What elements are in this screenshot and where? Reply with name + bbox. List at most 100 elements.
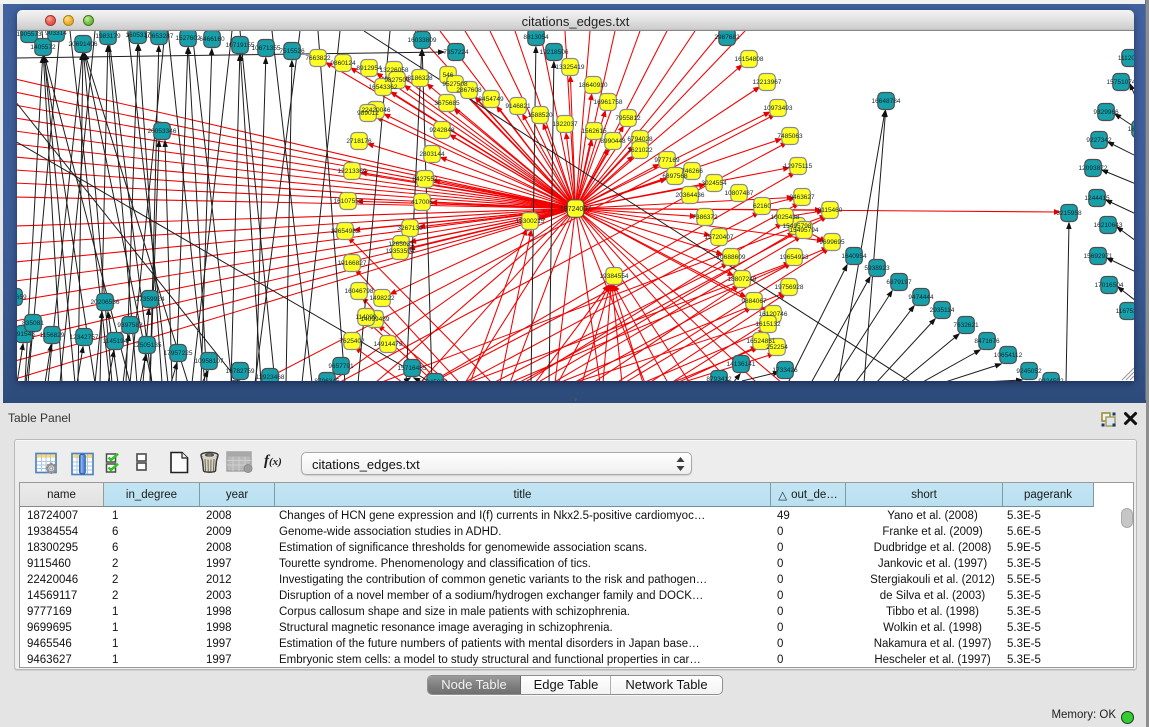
svg-text:2803144: 2803144 bbox=[419, 151, 445, 158]
svg-text:1905573: 1905573 bbox=[17, 31, 42, 38]
svg-text:1811441: 1811441 bbox=[1128, 126, 1134, 133]
svg-text:8427552: 8427552 bbox=[412, 176, 438, 183]
svg-text:19166827: 19166827 bbox=[338, 260, 367, 267]
svg-text:15692971: 15692971 bbox=[1084, 253, 1113, 260]
svg-text:10807487: 10807487 bbox=[725, 190, 754, 197]
svg-text:3267130: 3267130 bbox=[397, 225, 423, 232]
svg-text:16210643: 16210643 bbox=[1094, 222, 1123, 229]
svg-text:9860124: 9860124 bbox=[330, 60, 356, 67]
svg-text:12975115: 12975115 bbox=[784, 163, 813, 170]
svg-text:1640954: 1640954 bbox=[841, 253, 867, 260]
svg-text:17359924: 17359924 bbox=[136, 296, 165, 303]
svg-text:14914479: 14914479 bbox=[374, 341, 403, 348]
svg-text:1588520: 1588520 bbox=[527, 112, 553, 119]
svg-text:20691406: 20691406 bbox=[69, 41, 98, 48]
svg-text:12213967: 12213967 bbox=[753, 79, 782, 86]
svg-text:9329966: 9329966 bbox=[1093, 109, 1119, 116]
svg-text:1244415: 1244415 bbox=[1084, 195, 1110, 202]
svg-text:5938923: 5938923 bbox=[864, 265, 890, 272]
svg-text:1615132: 1615132 bbox=[755, 321, 781, 328]
svg-text:62160: 62160 bbox=[753, 203, 771, 210]
svg-text:9115460: 9115460 bbox=[818, 207, 843, 214]
svg-text:14136141: 14136141 bbox=[727, 361, 756, 368]
svg-text:417006: 417006 bbox=[411, 199, 433, 206]
svg-text:16033809: 16033809 bbox=[408, 37, 437, 44]
svg-text:19353594: 19353594 bbox=[386, 248, 415, 255]
svg-text:1167533: 1167533 bbox=[1116, 308, 1134, 315]
svg-text:9242848: 9242848 bbox=[429, 127, 455, 134]
svg-text:10719155: 10719155 bbox=[226, 42, 255, 49]
svg-text:9245033: 9245033 bbox=[422, 379, 448, 381]
svg-text:6879197: 6879197 bbox=[886, 279, 912, 286]
svg-text:6897568: 6897568 bbox=[662, 173, 688, 180]
svg-text:16524851: 16524851 bbox=[747, 338, 776, 345]
svg-text:16107552: 16107552 bbox=[334, 198, 363, 205]
svg-text:1112063: 1112063 bbox=[1118, 55, 1134, 62]
svg-text:903314: 903314 bbox=[45, 31, 67, 37]
svg-text:9146821: 9146821 bbox=[505, 103, 531, 110]
svg-text:16154808: 16154808 bbox=[735, 56, 764, 63]
svg-text:6794028: 6794028 bbox=[627, 136, 653, 143]
svg-text:19654923: 19654923 bbox=[780, 254, 809, 261]
svg-text:10025438: 10025438 bbox=[771, 214, 800, 221]
svg-text:7663822: 7663822 bbox=[305, 55, 331, 62]
svg-text:9777169: 9777169 bbox=[654, 157, 680, 164]
svg-text:10973493: 10973493 bbox=[764, 105, 793, 112]
svg-text:10654112: 10654112 bbox=[994, 352, 1023, 359]
svg-text:7955812: 7955812 bbox=[615, 115, 641, 122]
svg-text:18640910: 18640910 bbox=[579, 82, 608, 89]
svg-text:546: 546 bbox=[443, 72, 454, 79]
svg-text:12923468: 12923468 bbox=[256, 374, 285, 381]
svg-text:20053346: 20053346 bbox=[148, 128, 177, 135]
svg-text:7625402: 7625402 bbox=[339, 338, 365, 345]
svg-text:10958107: 10958107 bbox=[195, 358, 224, 365]
svg-text:12342757: 12342757 bbox=[70, 334, 99, 341]
svg-text:252254: 252254 bbox=[766, 344, 788, 351]
svg-text:7357224: 7357224 bbox=[443, 49, 469, 56]
svg-text:10653287: 10653287 bbox=[145, 33, 174, 40]
svg-text:17016504: 17016504 bbox=[1095, 282, 1124, 289]
svg-text:9227342: 9227342 bbox=[1086, 137, 1112, 144]
svg-text:989012: 989012 bbox=[357, 110, 379, 117]
svg-text:16543362: 16543362 bbox=[369, 84, 398, 91]
svg-text:1145194: 1145194 bbox=[103, 338, 128, 345]
svg-text:391543: 391543 bbox=[17, 331, 35, 338]
svg-text:15720407: 15720407 bbox=[705, 234, 734, 241]
svg-text:16961758: 16961758 bbox=[594, 99, 623, 106]
svg-text:15751074: 15751074 bbox=[1107, 79, 1134, 86]
svg-text:3215958: 3215958 bbox=[1056, 210, 1082, 217]
svg-text:9827500: 9827500 bbox=[384, 77, 410, 84]
svg-text:9657791: 9657791 bbox=[328, 363, 354, 370]
svg-text:10671355: 10671355 bbox=[252, 45, 281, 52]
svg-text:19384554: 19384554 bbox=[600, 273, 629, 280]
svg-text:13226058: 13226058 bbox=[380, 67, 409, 74]
svg-text:1156829: 1156829 bbox=[40, 332, 65, 339]
svg-text:15495794: 15495794 bbox=[790, 227, 819, 234]
svg-text:8793412: 8793412 bbox=[706, 376, 732, 381]
svg-text:3675685: 3675685 bbox=[434, 100, 460, 107]
svg-text:2987682: 2987682 bbox=[714, 34, 740, 41]
svg-text:9463627: 9463627 bbox=[789, 194, 815, 201]
svg-text:2718176: 2718176 bbox=[346, 138, 372, 145]
svg-text:8990448: 8990448 bbox=[600, 138, 626, 145]
svg-text:8813054: 8813054 bbox=[523, 34, 549, 41]
svg-text:1527602: 1527602 bbox=[175, 35, 201, 42]
svg-text:1498222: 1498222 bbox=[369, 295, 395, 302]
svg-text:1322037: 1322037 bbox=[552, 121, 578, 128]
svg-text:15300215: 15300215 bbox=[516, 218, 545, 225]
svg-text:20206536: 20206536 bbox=[91, 299, 120, 306]
svg-text:3024554: 3024554 bbox=[701, 180, 727, 187]
svg-text:9884067: 9884067 bbox=[741, 298, 767, 305]
svg-text:7485063: 7485063 bbox=[777, 133, 803, 140]
svg-text:114099: 114099 bbox=[355, 314, 377, 321]
svg-text:16782759: 16782759 bbox=[226, 368, 255, 375]
svg-text:16046798: 16046798 bbox=[345, 288, 374, 295]
svg-text:16120746: 16120746 bbox=[759, 311, 788, 318]
svg-text:8796345: 8796345 bbox=[314, 378, 340, 381]
svg-text:19218506: 19218506 bbox=[540, 49, 569, 56]
svg-text:7632621: 7632621 bbox=[953, 322, 979, 329]
svg-text:9474444: 9474444 bbox=[908, 294, 934, 301]
svg-text:15716485: 15716485 bbox=[398, 365, 427, 372]
svg-text:12505135: 12505135 bbox=[133, 342, 162, 349]
svg-text:19756928: 19756928 bbox=[775, 284, 804, 291]
